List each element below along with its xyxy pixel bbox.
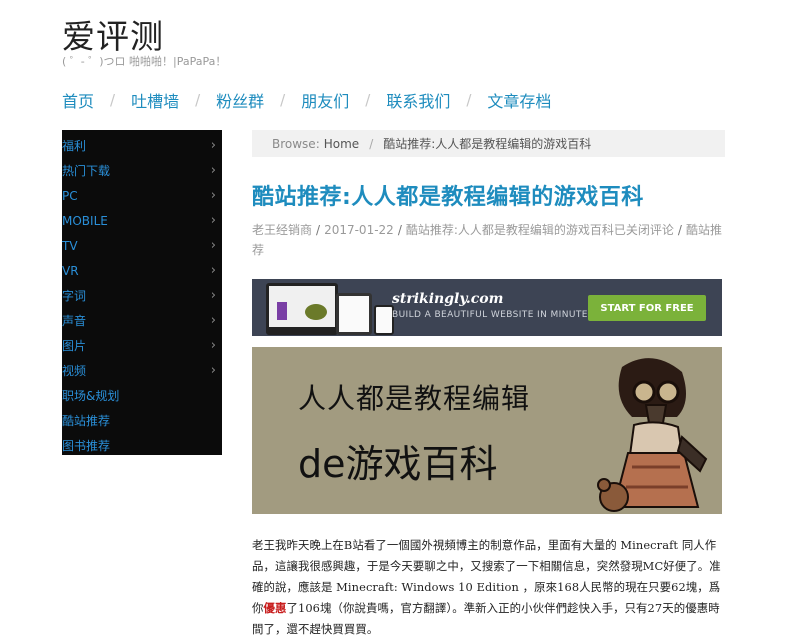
breadcrumb-current: 酷站推荐:人人都是教程编辑的游戏百科 xyxy=(383,137,592,151)
breadcrumb-home-link[interactable]: Home xyxy=(324,137,359,151)
tablet-mockup-image xyxy=(336,293,372,335)
nav-item-archive[interactable]: 文章存档 xyxy=(487,88,551,112)
sidebar-item-words[interactable]: 字词 › xyxy=(62,283,222,308)
article-body: 老王我昨天晚上在B站看了一個國外視頻博主的制意作品，里面有大量的 Minecra… xyxy=(252,535,724,640)
sidebar-item-label: 职场&规划 xyxy=(62,389,120,403)
nav-item-contact[interactable]: 联系我们 xyxy=(386,88,450,112)
sidebar-item-label: PC xyxy=(62,188,78,203)
main-nav: 首页 / 吐槽墙 / 粉丝群 / 朋友们 / 联系我们 / 文章存档 xyxy=(62,88,551,112)
chevron-right-icon: › xyxy=(210,138,216,153)
site-title[interactable]: 爱评测 xyxy=(62,10,164,58)
post-meta: 老王经销商/2017-01-22/酷站推荐:人人都是教程编辑的游戏百科已关闭评论… xyxy=(252,220,727,260)
nav-separator: / xyxy=(110,91,116,109)
breadcrumb-separator: / xyxy=(369,136,374,151)
strikingly-ad-banner[interactable]: strikingly.com BUILD A BEAUTIFUL WEBSITE… xyxy=(252,279,722,336)
sidebar-item-career[interactable]: 职场&规划 xyxy=(62,383,222,408)
article-highlight: 優惠 xyxy=(263,601,287,615)
sidebar-item-label: 字词 xyxy=(62,289,87,303)
nav-item-home[interactable]: 首页 xyxy=(62,88,94,112)
phone-mockup-image xyxy=(374,305,394,335)
nav-item-fans[interactable]: 粉丝群 xyxy=(216,88,264,112)
sidebar-item-pc[interactable]: PC › xyxy=(62,183,222,208)
sidebar-item-downloads[interactable]: 热门下载 › xyxy=(62,158,222,183)
feature-line-1: 人人都是教程编辑 xyxy=(298,382,531,415)
sidebar-item-label: 酷站推荐 xyxy=(62,414,111,428)
nav-separator: / xyxy=(365,91,371,109)
chevron-right-icon: › xyxy=(210,238,216,253)
post-date-link[interactable]: 2017-01-22 xyxy=(324,223,394,237)
sidebar-item-label: 视频 xyxy=(62,364,87,378)
mockup-figure xyxy=(277,302,287,320)
chevron-right-icon: › xyxy=(210,363,216,378)
sidebar-item-label: 声音 xyxy=(62,314,87,328)
meta-separator: / xyxy=(316,223,321,237)
chevron-right-icon: › xyxy=(210,213,216,228)
sidebar-item-fuli[interactable]: 福利 › xyxy=(62,133,222,158)
feature-line-2: de游戏百科 xyxy=(298,442,498,486)
sidebar-item-label: VR xyxy=(62,263,79,278)
meta-separator: / xyxy=(397,223,402,237)
sidebar-item-books[interactable]: 图书推荐 xyxy=(62,433,222,458)
sidebar-item-mobile[interactable]: MOBILE › xyxy=(62,208,222,233)
banner-brand: strikingly.com xyxy=(392,291,504,307)
desktop-mockup-image xyxy=(266,283,338,335)
start-for-free-button[interactable]: START FOR FREE xyxy=(588,295,706,321)
post-author-link[interactable]: 老王经销商 xyxy=(252,223,312,237)
sidebar-item-images[interactable]: 图片 › xyxy=(62,333,222,358)
post-title[interactable]: 酷站推荐:人人都是教程编辑的游戏百科 xyxy=(252,179,644,211)
chevron-right-icon: › xyxy=(210,313,216,328)
sidebar-item-label: 图片 xyxy=(62,339,87,353)
sidebar-item-video[interactable]: 视频 › xyxy=(62,358,222,383)
sidebar-item-label: 热门下载 xyxy=(62,164,111,178)
nav-separator: / xyxy=(466,91,472,109)
chevron-right-icon: › xyxy=(210,263,216,278)
chevron-right-icon: › xyxy=(210,338,216,353)
chevron-right-icon: › xyxy=(210,163,216,178)
chevron-right-icon: › xyxy=(210,188,216,203)
site-tagline: ( ゜- ゜)つロ 啪啪啪！|PaPaPa！ xyxy=(62,55,227,68)
nav-item-tucao[interactable]: 吐槽墙 xyxy=(131,88,179,112)
sidebar-item-label: 福利 xyxy=(62,139,87,153)
sidebar-item-label: MOBILE xyxy=(62,213,108,228)
sidebar-item-audio[interactable]: 声音 › xyxy=(62,308,222,333)
nav-separator: / xyxy=(195,91,201,109)
banner-subtitle: BUILD A BEAUTIFUL WEBSITE IN MINUTES. xyxy=(392,310,598,320)
nav-separator: / xyxy=(280,91,286,109)
sidebar-item-tv[interactable]: TV › xyxy=(62,233,222,258)
sidebar-item-label: TV xyxy=(62,238,78,253)
gasmask-girl-illustration xyxy=(597,358,708,512)
post-comments-status: 酷站推荐:人人都是教程编辑的游戏百科已关闭评论 xyxy=(405,223,674,237)
breadcrumb-prefix: Browse: xyxy=(272,136,320,151)
sidebar-item-cool-sites[interactable]: 酷站推荐 xyxy=(62,408,222,433)
breadcrumb: Browse: Home / 酷站推荐:人人都是教程编辑的游戏百科 xyxy=(252,130,725,157)
sidebar-item-label: 图书推荐 xyxy=(62,439,111,453)
mockup-plate xyxy=(305,304,327,320)
chevron-right-icon: › xyxy=(210,288,216,303)
article-text: 了106塊（你說貴嗎，官方翻譯）。準新入正的小伙伴們趁快入手，只有27天的優惠時… xyxy=(252,601,720,636)
nav-item-friends[interactable]: 朋友们 xyxy=(301,88,349,112)
sidebar-item-vr[interactable]: VR › xyxy=(62,258,222,283)
feature-image: 人人都是教程编辑 de游戏百科 xyxy=(252,347,722,514)
sidebar-menu: 福利 › 热门下载 › PC › MOBILE › TV › VR › 字词 › 声音 › 图片… xyxy=(62,130,222,455)
meta-separator: / xyxy=(677,223,682,237)
